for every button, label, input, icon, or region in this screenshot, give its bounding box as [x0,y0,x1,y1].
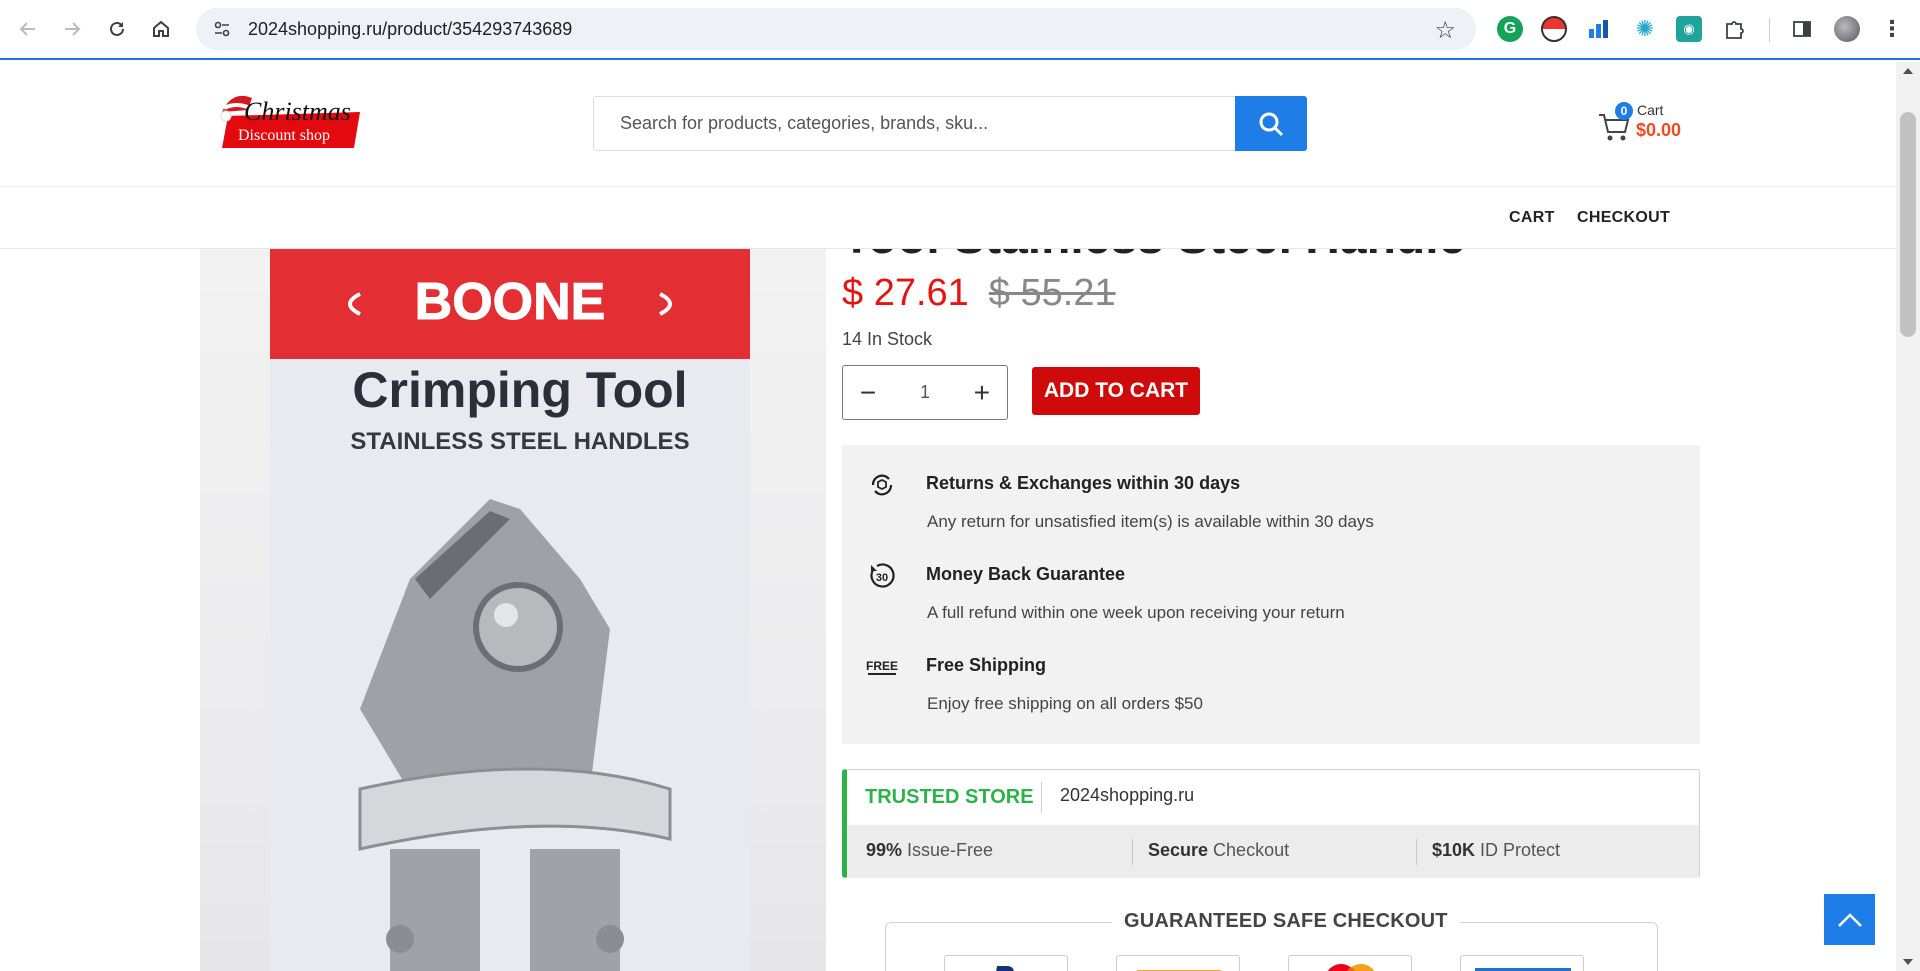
stat-secure-checkout: Secure Checkout [1148,840,1289,861]
eye-extension-icon[interactable]: ◉ [1676,16,1702,42]
benefit-description: Enjoy free shipping on all orders $50 [927,694,1203,713]
stock-status: 14 In Stock [842,329,933,349]
returns-icon [866,469,898,501]
nav-checkout-link[interactable]: CHECKOUT [1577,209,1670,227]
grammarly-extension-icon[interactable]: G [1497,16,1523,42]
stat-bold: 99% [866,840,903,860]
svg-text:FREE: FREE [866,659,898,673]
scroll-down-arrow-icon[interactable] [1903,959,1913,965]
side-panel-icon[interactable] [1789,16,1815,42]
paypal-logo [944,955,1068,971]
image-title-text: Crimping Tool [352,362,687,418]
benefit-description: Any return for unsatisfied item(s) is av… [927,512,1374,531]
benefit-description: A full refund within one week upon recei… [927,603,1345,622]
search-button[interactable] [1235,96,1307,151]
trusted-store-stats: 99% Issue-Free Secure Checkout $10K ID P… [847,825,1699,878]
menu-kebab-icon[interactable]: ⋮ [1879,16,1905,42]
quantity-value[interactable]: 1 [920,382,930,403]
add-to-cart-button[interactable]: ADD TO CART [1032,367,1200,415]
header-cart[interactable]: 0 Cart $0.00 [1597,102,1697,152]
sale-price: $ 27.61 [842,272,969,314]
reload-icon[interactable] [95,7,139,51]
visa-logo [1116,955,1240,971]
home-icon[interactable] [139,7,183,51]
site-info-icon[interactable] [210,17,234,41]
react-extension-icon[interactable]: ✺ [1632,16,1658,42]
chart-extension-icon[interactable] [1586,16,1612,42]
address-bar[interactable]: 2024shopping.ru/product/354293743689 ☆ [196,8,1476,50]
bookmark-star-icon[interactable]: ☆ [1434,16,1456,45]
american-express-logo [1460,955,1584,971]
stat-bold: Secure [1148,840,1209,860]
safe-checkout-box: GUARANTEED SAFE CHECKOUT [885,910,1658,971]
image-brand-text: BOONE [415,273,606,331]
url-text[interactable]: 2024shopping.ru/product/354293743689 [248,19,572,40]
free-shipping-icon: FREE [866,651,898,683]
divider [1416,839,1417,865]
cart-count-badge: 0 [1615,102,1633,120]
product-image[interactable]: BOONE Crimping Tool STAINLESS STEEL HAND… [200,249,826,971]
extensions-puzzle-icon[interactable] [1721,16,1747,42]
safe-checkout-title: GUARANTEED SAFE CHECKOUT [1112,910,1460,933]
price-row: $ 27.61 $ 55.21 [842,272,1116,315]
divider [1041,782,1042,813]
image-subtitle-text: STAINLESS STEEL HANDLES [350,428,689,455]
back-to-top-button[interactable] [1824,894,1875,945]
scroll-up-arrow-icon[interactable] [1903,68,1913,74]
benefit-title: Free Shipping [926,655,1047,675]
money-back-30-icon: 30 [866,560,898,592]
decrease-quantity-button[interactable]: − [857,378,879,407]
site-logo[interactable]: Christmas Discount shop [218,86,366,154]
benefits-panel: Returns & Exchanges within 30 days Any r… [842,445,1700,744]
stat-text: Checkout [1208,840,1290,860]
browser-toolbar: 2024shopping.ru/product/354293743689 ☆ G… [0,0,1920,60]
benefit-title: Returns & Exchanges within 30 days [926,473,1241,493]
search-icon [1259,112,1284,136]
increase-quantity-button[interactable]: + [971,378,993,407]
search-input[interactable] [594,97,1235,150]
page-scrollbar[interactable] [1896,62,1920,971]
cart-label: Cart [1637,102,1664,118]
divider [1132,839,1133,865]
mastercard-logo [1288,955,1412,971]
stat-text: Issue-Free [902,840,994,860]
cart-total: $0.00 [1636,120,1682,140]
search-bar [593,96,1307,151]
stat-issue-free: 99% Issue-Free [866,840,993,861]
benefit-title: Money Back Guarantee [926,564,1126,584]
trusted-store-header: TRUSTED STORE 2024shopping.ru [847,770,1699,825]
quantity-stepper: − 1 + [842,365,1008,420]
trusted-store-label: TRUSTED STORE [865,786,1034,808]
stat-bold: $10K [1432,840,1476,860]
logo-subtext: Discount shop [238,127,330,144]
forward-arrow-icon[interactable] [50,7,94,51]
original-price: $ 55.21 [988,272,1116,314]
back-arrow-icon[interactable] [6,7,50,51]
svg-text:30: 30 [876,572,888,584]
pokeball-extension-icon[interactable] [1541,16,1567,42]
trusted-store-domain: 2024shopping.ru [1060,785,1195,805]
toolbar-divider [1769,18,1770,42]
trusted-store-badge[interactable]: TRUSTED STORE 2024shopping.ru 99% Issue-… [842,769,1700,878]
scrollbar-thumb[interactable] [1900,112,1916,337]
profile-avatar[interactable] [1834,16,1860,42]
stat-id-protect: $10K ID Protect [1432,840,1560,861]
stat-text: ID Protect [1475,840,1561,860]
site-header: Christmas Discount shop 0 Cart $0.00 [0,62,1896,187]
main-nav: CART CHECKOUT [0,187,1896,249]
nav-cart-link[interactable]: CART [1509,209,1555,227]
logo-script-text: Christmas [244,97,351,126]
chevron-up-icon [1837,912,1862,927]
